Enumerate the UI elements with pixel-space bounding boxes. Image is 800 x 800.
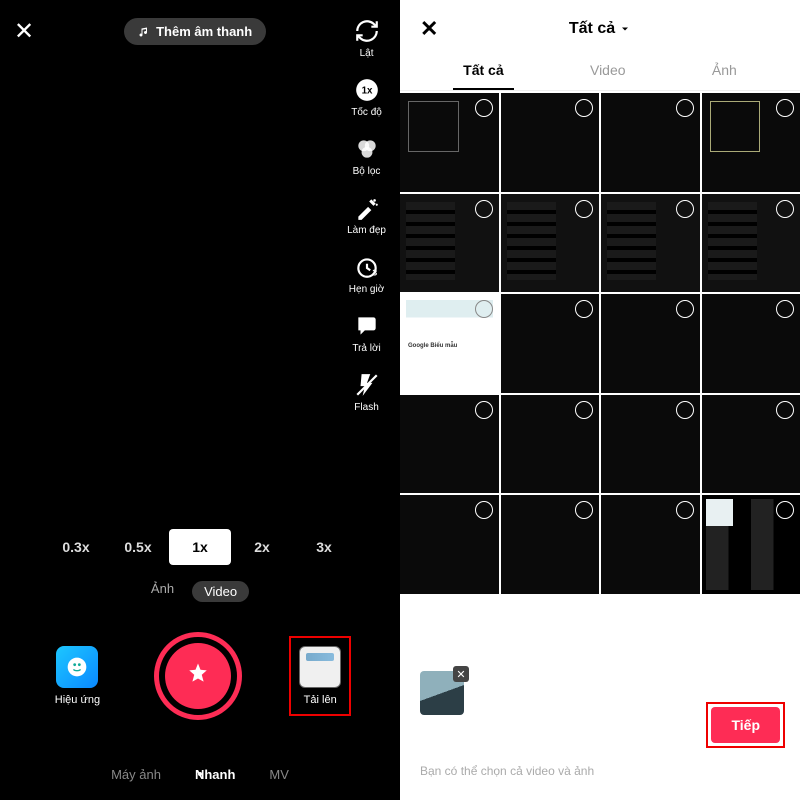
gallery-grid	[400, 91, 800, 594]
gallery-close-icon[interactable]: ✕	[420, 16, 438, 42]
gallery-item[interactable]	[601, 395, 700, 494]
mode-mv[interactable]: MV	[269, 767, 289, 782]
gallery-item[interactable]	[400, 294, 499, 393]
add-sound-button[interactable]: Thêm âm thanh	[124, 18, 266, 45]
tool-timer[interactable]: 3 Hẹn giờ	[349, 254, 384, 295]
tool-reply[interactable]: Trả lời	[352, 313, 380, 354]
tab-all[interactable]: Tất cả	[453, 54, 513, 90]
gallery-item[interactable]	[702, 395, 800, 494]
remove-selection-icon[interactable]: ✕	[453, 666, 469, 682]
chevron-down-icon	[619, 23, 631, 35]
tool-flip[interactable]: Lật	[354, 18, 380, 59]
gallery-item[interactable]	[702, 93, 800, 192]
speed-0.3x[interactable]: 0.3x	[45, 529, 107, 565]
effects-button[interactable]: Hiệu ứng	[55, 646, 100, 706]
gallery-item[interactable]	[400, 93, 499, 192]
speed-2x[interactable]: 2x	[231, 529, 293, 565]
gallery-item[interactable]	[601, 495, 700, 594]
gallery-item[interactable]	[501, 93, 600, 192]
mode-indicator-dot	[198, 772, 202, 776]
tool-beauty[interactable]: Làm đẹp	[347, 195, 386, 236]
effects-icon	[56, 646, 98, 688]
gallery-item[interactable]	[400, 395, 499, 494]
mode-camera[interactable]: Máy ảnh	[111, 767, 161, 782]
gallery-item[interactable]	[601, 294, 700, 393]
gallery-album-dropdown[interactable]: Tất cả	[569, 20, 631, 38]
speed-0.5x[interactable]: 0.5x	[107, 529, 169, 565]
gallery-item[interactable]	[400, 194, 499, 293]
upload-icon	[299, 646, 341, 688]
close-icon[interactable]: ✕	[14, 20, 34, 44]
record-button[interactable]	[154, 632, 242, 720]
gallery-item[interactable]	[501, 294, 600, 393]
gallery-item[interactable]	[601, 93, 700, 192]
tab-photo[interactable]: Ảnh	[702, 54, 747, 90]
speed-3x[interactable]: 3x	[293, 529, 355, 565]
gallery-item[interactable]	[501, 495, 600, 594]
upload-button[interactable]: Tải lên	[295, 642, 345, 710]
next-button[interactable]: Tiếp	[711, 707, 780, 743]
gallery-item[interactable]	[702, 495, 800, 594]
tool-filters[interactable]: Bộ lọc	[353, 136, 381, 177]
selection-hint: Bạn có thể chọn cả video và ảnh	[420, 764, 699, 778]
gallery-item[interactable]	[601, 194, 700, 293]
toggle-video[interactable]: Video	[192, 581, 249, 602]
gallery-item[interactable]	[501, 395, 600, 494]
toggle-photo[interactable]: Ảnh	[151, 581, 174, 602]
selected-thumb[interactable]: ✕	[420, 671, 464, 715]
add-sound-label: Thêm âm thanh	[156, 24, 252, 39]
gallery-item[interactable]	[702, 294, 800, 393]
gallery-item[interactable]	[702, 194, 800, 293]
tool-speed[interactable]: 1x Tốc độ	[351, 77, 382, 118]
speed-1x[interactable]: 1x	[169, 529, 231, 565]
svg-text:3: 3	[372, 268, 377, 278]
tool-flash[interactable]: Flash	[354, 372, 380, 413]
gallery-item[interactable]	[501, 194, 600, 293]
tab-video[interactable]: Video	[580, 54, 636, 90]
gallery-item[interactable]	[400, 495, 499, 594]
svg-text:1x: 1x	[361, 85, 372, 96]
